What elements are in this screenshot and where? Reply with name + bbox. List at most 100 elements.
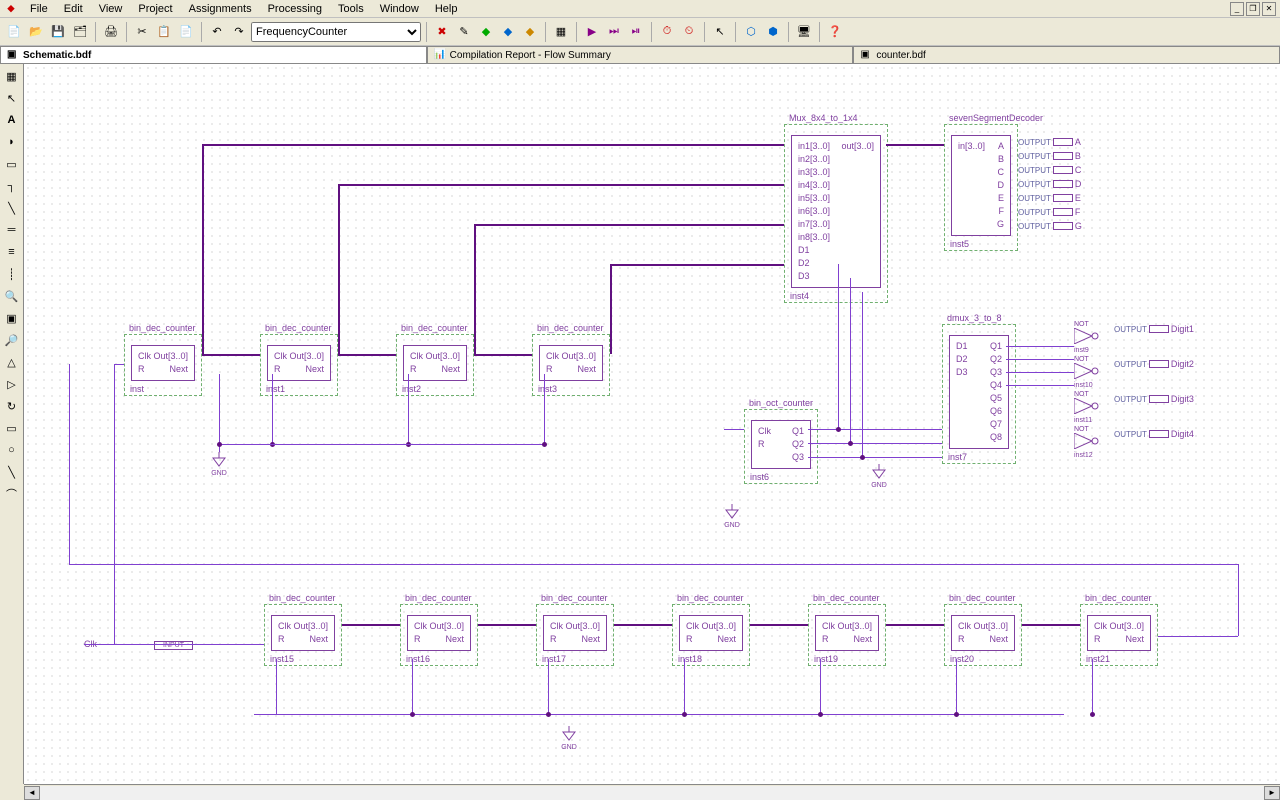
- port-left: Clk: [686, 620, 699, 633]
- text-tool-icon[interactable]: A: [2, 110, 22, 130]
- timing-icon[interactable]: ⏱: [657, 22, 677, 42]
- chip-icon[interactable]: ▦: [551, 22, 571, 42]
- component-bin_dec_counter[interactable]: bin_dec_counterClkOut[3..0]RNextinst: [124, 334, 202, 396]
- display-icon[interactable]: 🖥: [794, 22, 814, 42]
- pin-blue2-icon[interactable]: ⬢: [763, 22, 783, 42]
- scroll-left-icon[interactable]: ◄: [24, 786, 40, 800]
- output-name: D: [1075, 179, 1082, 189]
- open-icon[interactable]: 📂: [26, 22, 46, 42]
- menu-edit[interactable]: Edit: [56, 1, 91, 17]
- port-right: out[3..0]: [841, 140, 874, 153]
- component-bin_dec_counter[interactable]: bin_dec_counterClkOut[3..0]RNextinst20: [944, 604, 1022, 666]
- zoom-tool-icon[interactable]: 🔍: [2, 286, 22, 306]
- port-left: D3: [956, 366, 968, 379]
- component-dmux_3_to_8[interactable]: dmux_3_to_8D1Q1D2Q2D3Q3Q4Q5Q6Q7Q8inst7: [942, 324, 1016, 464]
- output-name: Digit1: [1171, 324, 1194, 334]
- paste-icon[interactable]: 📄: [176, 22, 196, 42]
- menu-help[interactable]: Help: [427, 1, 466, 17]
- copy-icon[interactable]: 📋: [154, 22, 174, 42]
- menubar: ◆ File Edit View Project Assignments Pro…: [0, 0, 1280, 18]
- check-orange-icon[interactable]: ◆: [520, 22, 540, 42]
- drawing-toolbar: ▦ ↖ A ◗ ▭ ┐ ╲ ═ ≡ ┊ 🔍 ▣ 🔎 △ ▷ ↻ ▭ ○ ╲ ⌒: [0, 64, 24, 784]
- fullscreen-icon[interactable]: ▣: [2, 308, 22, 328]
- component-bin_dec_counter[interactable]: bin_dec_counterClkOut[3..0]RNextinst15: [264, 604, 342, 666]
- check-blue-icon[interactable]: ◆: [498, 22, 518, 42]
- pointer-icon[interactable]: ↖: [710, 22, 730, 42]
- pencil-icon[interactable]: ✎: [454, 22, 474, 42]
- rect2-icon[interactable]: ▭: [2, 418, 22, 438]
- port-left: R: [1094, 633, 1101, 646]
- component-bin_dec_counter[interactable]: bin_dec_counterClkOut[3..0]RNextinst18: [672, 604, 750, 666]
- pin-blue-icon[interactable]: ⬡: [741, 22, 761, 42]
- output-label: OUTPUT: [1018, 208, 1051, 217]
- flipv-icon[interactable]: △: [2, 352, 22, 372]
- port-left: in2[3..0]: [798, 153, 830, 166]
- save-icon[interactable]: 💾: [48, 22, 68, 42]
- component-bin_oct_counter[interactable]: bin_oct_counterClkQ1RQ2Q3inst6: [744, 409, 818, 484]
- symbol-tool-icon[interactable]: ◗: [2, 132, 22, 152]
- port-right: Next: [305, 363, 324, 376]
- find-icon[interactable]: 🔎: [2, 330, 22, 350]
- print-icon[interactable]: 🖨: [101, 22, 121, 42]
- output-label: OUTPUT: [1018, 180, 1051, 189]
- component-bin_dec_counter[interactable]: bin_dec_counterClkOut[3..0]RNextinst21: [1080, 604, 1158, 666]
- select-tool-icon[interactable]: ↖: [2, 88, 22, 108]
- instance-name: inst7: [948, 452, 967, 462]
- bus-tool-icon[interactable]: ═: [2, 220, 22, 240]
- compile-play-icon[interactable]: ▶: [582, 22, 602, 42]
- conduit-tool-icon[interactable]: ≡: [2, 242, 22, 262]
- partial-line-icon[interactable]: ┊: [2, 264, 22, 284]
- compile-skip-icon[interactable]: ⏯: [626, 22, 646, 42]
- saveall-icon[interactable]: 🗂: [70, 22, 90, 42]
- fliph-icon[interactable]: ▷: [2, 374, 22, 394]
- not-gate: NOTinst11: [1074, 391, 1104, 424]
- horizontal-scrollbar[interactable]: ◄ ►: [24, 784, 1280, 800]
- check-green-icon[interactable]: ◆: [476, 22, 496, 42]
- tab-compilation-report[interactable]: 📊 Compilation Report - Flow Summary: [427, 46, 854, 63]
- instance-name: inst5: [950, 239, 969, 249]
- port-left: D2: [798, 257, 810, 270]
- tab-schematic[interactable]: ▣ Schematic.bdf: [0, 46, 427, 63]
- minimize-button[interactable]: _: [1230, 2, 1244, 16]
- timing2-icon[interactable]: ⏲: [679, 22, 699, 42]
- component-sevenSegmentDecoder[interactable]: sevenSegmentDecoderin[3..0]ABCDEFGinst5: [944, 124, 1018, 251]
- component-title: bin_dec_counter: [541, 593, 608, 603]
- menu-view[interactable]: View: [91, 1, 131, 17]
- help-icon[interactable]: ❓: [825, 22, 845, 42]
- port-right: Q4: [990, 379, 1002, 392]
- redo-icon[interactable]: ↷: [229, 22, 249, 42]
- port-right: Out[3..0]: [973, 620, 1008, 633]
- menu-file[interactable]: File: [22, 1, 56, 17]
- menu-window[interactable]: Window: [372, 1, 427, 17]
- menu-processing[interactable]: Processing: [260, 1, 330, 17]
- oval-icon[interactable]: ○: [2, 440, 22, 460]
- close-button[interactable]: ✕: [1262, 2, 1276, 16]
- schematic-canvas[interactable]: bin_dec_counterClkOut[3..0]RNextinst bin_…: [24, 64, 1280, 784]
- port-right: Q5: [990, 392, 1002, 405]
- restore-button[interactable]: ❐: [1246, 2, 1260, 16]
- component-bin_dec_counter[interactable]: bin_dec_counterClkOut[3..0]RNextinst19: [808, 604, 886, 666]
- scroll-right-icon[interactable]: ►: [1264, 786, 1280, 800]
- menu-assignments[interactable]: Assignments: [181, 1, 260, 17]
- new-icon[interactable]: 📄: [4, 22, 24, 42]
- arc-icon[interactable]: ⌒: [2, 484, 22, 504]
- menu-project[interactable]: Project: [130, 1, 180, 17]
- orth-wire-icon[interactable]: ┐: [2, 176, 22, 196]
- rotate-icon[interactable]: ↻: [2, 396, 22, 416]
- component-bin_dec_counter[interactable]: bin_dec_counterClkOut[3..0]RNextinst16: [400, 604, 478, 666]
- block-tool-icon[interactable]: ▦: [2, 66, 22, 86]
- diag-wire-icon[interactable]: ╲: [2, 198, 22, 218]
- component-bin_dec_counter[interactable]: bin_dec_counterClkOut[3..0]RNextinst17: [536, 604, 614, 666]
- undo-icon[interactable]: ↶: [207, 22, 227, 42]
- tab-counter[interactable]: ▣ counter.bdf: [853, 46, 1280, 63]
- cut-icon[interactable]: ✂: [132, 22, 152, 42]
- rect-tool-icon[interactable]: ▭: [2, 154, 22, 174]
- settings-red-icon[interactable]: ✖: [432, 22, 452, 42]
- menu-tools[interactable]: Tools: [330, 1, 372, 17]
- compile-step-icon[interactable]: ⏭: [604, 22, 624, 42]
- port-left: R: [822, 633, 829, 646]
- component-Mux_8x4_to_1x4[interactable]: Mux_8x4_to_1x4in1[3..0]out[3..0]in2[3..0…: [784, 124, 888, 303]
- port-left: Clk: [414, 620, 427, 633]
- line-icon[interactable]: ╲: [2, 462, 22, 482]
- project-select[interactable]: FrequencyCounter: [251, 22, 421, 42]
